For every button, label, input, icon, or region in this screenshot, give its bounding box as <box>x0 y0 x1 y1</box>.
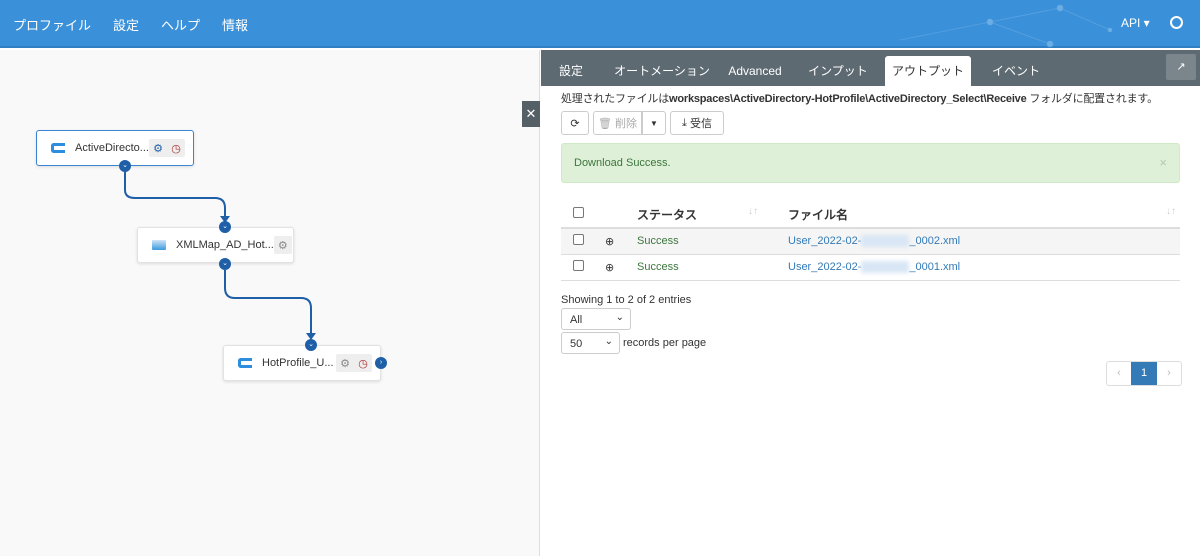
files-table: ステータス ↓↑ ファイル名 ↓↑ ⊕ Success User_2022-02- _… <box>561 201 1180 281</box>
select-all-checkbox[interactable] <box>573 207 584 218</box>
nav-profile[interactable]: プロファイル <box>13 15 91 34</box>
app-header: プロファイル 設定 ヘルプ 情報 API ▾ <box>0 0 1200 48</box>
sort-icon[interactable]: ↓↑ <box>748 206 758 217</box>
delete-dropdown-button[interactable]: ▼ <box>642 111 666 135</box>
table-row: ⊕ Success User_2022-02- _0002.xml <box>561 228 1180 255</box>
prev-page-button[interactable]: ‹ <box>1107 362 1131 385</box>
tab-input[interactable]: インプット <box>803 56 873 86</box>
external-link-button[interactable]: ↗ <box>1166 54 1196 80</box>
filter-select[interactable]: All ⌄ <box>561 308 631 330</box>
nav-settings[interactable]: 設定 <box>113 15 139 34</box>
flow-node-hotprofile[interactable]: HotProfile_U... ⚙ ◷ <box>223 345 381 381</box>
expand-icon[interactable]: ⊕ <box>605 262 614 274</box>
flow-node-activedirectory[interactable]: ActiveDirecto... ⚙ ◷ <box>36 130 194 166</box>
pagination: ‹ 1 › <box>1106 361 1182 386</box>
network-decoration <box>900 4 1113 48</box>
close-alert-icon[interactable]: × <box>1159 155 1167 170</box>
trash-icon: 🗑 <box>597 117 612 130</box>
node-label: ActiveDirecto... <box>75 142 149 154</box>
top-nav: プロファイル 設定 ヘルプ 情報 <box>13 15 248 34</box>
panel-tabs: 設定 オートメーション Advanced インプット アウトプット イベント <box>541 50 1200 86</box>
receive-button[interactable]: ⤓ 受信 <box>670 111 724 135</box>
status-cell: Success <box>637 254 788 281</box>
refresh-button[interactable]: ⟳ <box>561 111 589 135</box>
row-checkbox[interactable] <box>573 234 584 246</box>
sort-icon[interactable]: ↓↑ <box>1166 206 1176 217</box>
tab-advanced[interactable]: Advanced <box>725 56 785 86</box>
output-port[interactable]: ⌄ <box>119 160 131 172</box>
gear-icon[interactable]: ⚙ <box>274 236 292 254</box>
chevron-down-icon: ⌄ <box>615 312 624 323</box>
column-status[interactable]: ステータス <box>637 208 697 222</box>
connector-2-3 <box>224 270 312 337</box>
flow-connectors <box>124 172 316 340</box>
tab-automation[interactable]: オートメーション <box>607 56 717 86</box>
tab-settings[interactable]: 設定 <box>553 56 589 86</box>
nav-info[interactable]: 情報 <box>222 15 248 34</box>
input-port[interactable]: ⌄ <box>305 339 317 351</box>
table-row: ⊕ Success User_2022-02- _0001.xml <box>561 254 1180 281</box>
gear-icon[interactable]: ⚙ <box>336 354 354 372</box>
connector-icon <box>238 358 252 368</box>
column-filename[interactable]: ファイル名 <box>788 208 848 222</box>
status-cell: Success <box>637 228 788 255</box>
refresh-icon: ⟳ <box>570 117 580 130</box>
node-label: HotProfile_U... <box>262 357 334 369</box>
file-link[interactable]: User_2022-02- _0002.xml <box>788 228 1180 255</box>
records-per-page-label: records per page <box>623 337 707 349</box>
nav-help[interactable]: ヘルプ <box>161 15 200 34</box>
file-link[interactable]: User_2022-02- _0001.xml <box>788 254 1180 281</box>
clock-icon[interactable]: ◷ <box>354 354 372 372</box>
expand-icon[interactable]: ⊕ <box>605 236 614 248</box>
close-panel-button[interactable]: ✕ <box>522 101 540 127</box>
tab-events[interactable]: イベント <box>985 56 1047 86</box>
gear-icon[interactable]: ⚙ <box>149 139 167 157</box>
connector-icon <box>51 143 65 153</box>
input-port[interactable]: ⌄ <box>219 221 231 233</box>
page-size-select[interactable]: 50 ⌄ <box>561 332 620 354</box>
flow-node-xmlmap[interactable]: XMLMap_AD_Hot... ⚙ <box>137 227 294 263</box>
node-label: XMLMap_AD_Hot... <box>176 239 274 251</box>
download-icon: ⤓ <box>682 116 687 129</box>
page-1-button[interactable]: 1 <box>1131 362 1157 385</box>
output-folder-info: 処理されたファイルはworkspaces\ActiveDirectory-Hot… <box>561 93 1158 105</box>
success-alert: Download Success. × <box>561 143 1180 183</box>
xmlmap-icon <box>152 240 166 250</box>
user-icon[interactable] <box>1170 16 1183 29</box>
flow-canvas[interactable]: ActiveDirecto... ⚙ ◷ ⌄ XMLMap_AD_Hot... ⚙… <box>0 50 540 556</box>
chevron-down-icon: ⌄ <box>604 336 613 347</box>
tab-output[interactable]: アウトプット <box>885 56 971 86</box>
next-page-button[interactable]: › <box>1157 362 1181 385</box>
right-port[interactable]: › <box>375 357 387 369</box>
entries-info: Showing 1 to 2 of 2 entries <box>561 294 692 306</box>
api-dropdown[interactable]: API ▾ <box>1121 16 1150 30</box>
row-checkbox[interactable] <box>573 260 584 271</box>
clock-icon[interactable]: ◷ <box>167 139 185 157</box>
delete-button[interactable]: 🗑 削除 <box>593 111 642 135</box>
connector-1-2 <box>124 172 226 220</box>
output-port[interactable]: ⌄ <box>219 258 231 270</box>
